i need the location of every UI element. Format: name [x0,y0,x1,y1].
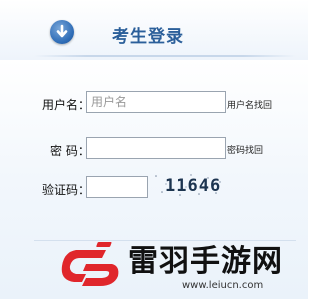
captcha-input[interactable] [86,176,148,198]
find-password-link[interactable]: 密码找回 [227,143,263,156]
down-arrow-circle-icon [50,20,74,44]
header-divider [34,55,296,57]
find-username-link[interactable]: 用户名找回 [227,98,272,111]
panel-header: 考生登录 [0,0,308,60]
password-label: 密 码： [50,144,90,158]
page-title: 考生登录 [112,27,184,47]
watermark-url: www.leiucn.com [182,280,264,291]
watermark-name: 雷羽手游网 [128,244,283,279]
watermark-logo [61,242,119,286]
captcha-code: 11646 [165,176,222,196]
password-input[interactable] [86,137,226,159]
username-input[interactable] [86,91,226,113]
captcha-label: 验证码： [42,183,91,197]
username-label: 用户名： [42,98,91,112]
